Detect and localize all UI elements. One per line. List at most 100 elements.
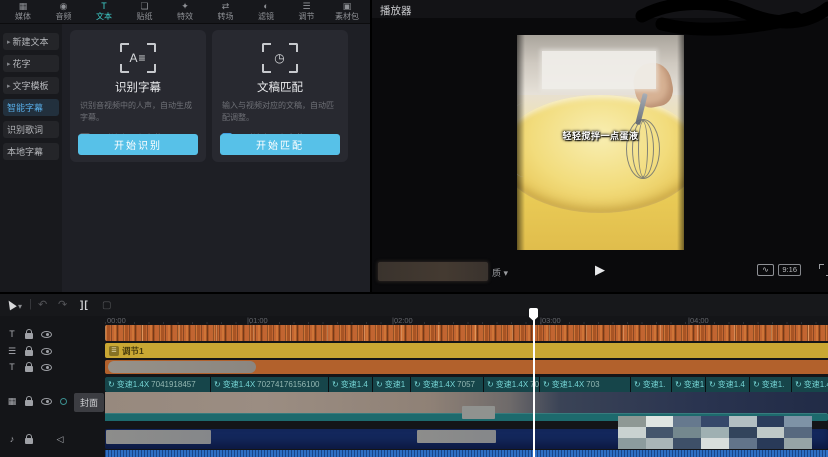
video-clip[interactable]: ↻变速1 [672, 377, 705, 392]
toolbar-tab-transition[interactable]: ⇄转场 [209, 0, 243, 23]
mosaic-cell [701, 427, 729, 438]
video-clip[interactable]: ↻变速1. [631, 377, 671, 392]
main-track-indicator[interactable] [60, 398, 67, 405]
lock-icon[interactable] [25, 333, 33, 339]
timeline-toolbar: ▾ | ↶ ↷ ][ ▢ [0, 294, 828, 316]
sidebar-item-智能字幕[interactable]: 智能字幕 [3, 99, 59, 116]
undo-icon[interactable]: ↶ [38, 298, 47, 312]
clip-speed-label: 变速1.4X [423, 379, 455, 390]
censor-blur-audio-3 [462, 406, 495, 419]
toolbar-tab-label: 调节 [299, 12, 315, 21]
audio-waveform-strip[interactable] [105, 450, 828, 457]
text-track-2[interactable] [105, 360, 828, 374]
sidebar-item-新建文本[interactable]: ▸新建文本 [3, 33, 59, 50]
redo-icon[interactable]: ↷ [58, 298, 67, 312]
eye-icon[interactable] [41, 331, 52, 338]
ruler-label: |04:00 [688, 316, 709, 325]
clip-speed-label: 变速1.4X [117, 379, 149, 390]
smart-subtitle-panel: A≡ 识别字幕 识别音视频中的人声，自动生成字幕。 ✓ 同时清空已有字幕 开始识… [62, 24, 370, 292]
clip-speed-label: 变速1.4 [804, 379, 828, 390]
ruler-label: 00:00 [107, 316, 126, 325]
mosaic-cell [618, 438, 646, 449]
toolbar-tab-label: 文本 [96, 12, 112, 21]
timeline-panel: ▾ | ↶ ↷ ][ ▢ 00:00|01:00|02:00|03:00|04:… [0, 292, 828, 457]
eye-icon[interactable] [41, 364, 52, 371]
video-clip[interactable]: ↻变速1.4 [329, 377, 372, 392]
sidebar-item-识别歌词[interactable]: 识别歌词 [3, 121, 59, 138]
speed-icon: ↻ [795, 381, 802, 389]
text-icon: T [101, 2, 107, 11]
adjust-track-icon: ☰ [7, 346, 17, 356]
video-clip[interactable]: ↻变速1. [750, 377, 791, 392]
speed-icon: ↻ [487, 381, 494, 389]
audio-track-icon: ♪ [7, 434, 17, 444]
mosaic-cell [673, 427, 701, 438]
mosaic-cell [729, 438, 757, 449]
sidebar-item-花字[interactable]: ▸花字 [3, 55, 59, 72]
lock-icon[interactable] [25, 400, 33, 406]
video-clip[interactable]: ↻变速1.4X7057 [411, 377, 483, 392]
clip-speed-label: 变速1. [643, 379, 666, 390]
aspect-ratio-button[interactable]: 9:16 [778, 264, 801, 276]
sidebar-item-文字模板[interactable]: ▸文字模板 [3, 77, 59, 94]
toolbar-tab-text[interactable]: T文本 [87, 0, 121, 23]
adjust-clip-icon: ☰ [109, 346, 119, 356]
play-button[interactable]: ▶ [595, 261, 605, 279]
fullscreen-icon[interactable] [819, 264, 828, 276]
eye-icon[interactable] [41, 398, 52, 405]
ruler-label: |01:00 [247, 316, 268, 325]
top-toolbar: ▦媒体 ◉音频 T文本 ❏贴纸 ✦特效 ⇄转场 ◐滤镜 ☰调节 ▣素材包 [0, 0, 370, 24]
clock-glyph: ◷ [262, 43, 298, 73]
toolbar-tab-label: 转场 [218, 12, 234, 21]
clip-id-label: 7057 [457, 380, 475, 389]
lock-icon[interactable] [25, 350, 33, 356]
toolbar-tab-effects[interactable]: ✦特效 [168, 0, 202, 23]
filter-icon: ◐ [263, 2, 268, 11]
toolbar-tab-audio[interactable]: ◉音频 [47, 0, 81, 23]
split-clip-icon[interactable]: ][ [80, 299, 89, 313]
eye-icon[interactable] [41, 348, 52, 355]
clip-speed-label: 变速1 [684, 379, 704, 390]
select-tool-chevron-icon[interactable]: ▾ [18, 300, 22, 314]
video-preview[interactable]: 轻轻搅拌一点蛋液 [517, 35, 684, 250]
clip-id-label: 7041918457 [151, 380, 196, 389]
ruler-label: |02:00 [392, 316, 413, 325]
toolbar-tab-adjust[interactable]: ☰调节 [290, 0, 324, 23]
subtitle-track[interactable] [105, 325, 828, 341]
video-clip[interactable]: ↻变速1.4 [706, 377, 749, 392]
preview-quality-icon[interactable]: ∿ [757, 264, 774, 276]
speed-icon: ↻ [709, 381, 716, 389]
video-clip[interactable]: ↻变速1.4X7041918457 [105, 377, 210, 392]
monitor-audio-icon[interactable]: ◁ [55, 434, 65, 444]
delete-icon[interactable]: ▢ [102, 299, 111, 313]
video-clip[interactable]: ↻变速1.4X70274176156100 [211, 377, 328, 392]
audio-icon: ◉ [60, 2, 68, 11]
quality-dropdown[interactable]: 质 ▾ [492, 266, 508, 279]
timeline-ruler[interactable]: 00:00|01:00|02:00|03:00|04:00 [105, 316, 828, 325]
video-clip[interactable]: ↻变速1.4 [792, 377, 828, 392]
player-title: 播放器 [380, 3, 412, 18]
video-clip[interactable]: ↻变速1 [373, 377, 410, 392]
sidebar-item-label: 新建文本 [13, 35, 49, 48]
lock-icon[interactable] [25, 366, 33, 372]
cover-button[interactable]: 封面 [74, 393, 104, 412]
start-recognize-button[interactable]: 开始识别 [78, 134, 198, 155]
speed-icon: ↻ [332, 381, 339, 389]
select-tool-icon[interactable] [5, 299, 17, 311]
toolbar-tab-media[interactable]: ▦媒体 [6, 0, 40, 23]
toolbar-tab-sticker[interactable]: ❏贴纸 [128, 0, 162, 23]
app-window: ▦媒体◉音频T文本❏贴纸✦特效⇄转场◐滤镜☰调节▣素材包 ▸新建文本▸花字▸文字… [0, 0, 828, 457]
adjust-track[interactable]: ☰ 调节1 [105, 343, 828, 358]
clip-speed-label: 变速1.4X [552, 379, 584, 390]
toolbar-tab-label: 音频 [56, 12, 72, 21]
video-clip[interactable]: ↻变速1.4X703 [540, 377, 630, 392]
sidebar-item-本地字幕[interactable]: 本地字幕 [3, 143, 59, 160]
start-match-button[interactable]: 开始匹配 [220, 134, 340, 155]
lock-icon[interactable] [25, 438, 33, 444]
playhead[interactable] [528, 308, 539, 457]
card-description: 输入与视频对应的文稿，自动匹配调整。 [222, 100, 338, 125]
toolbar-tab-material-pack[interactable]: ▣素材包 [330, 0, 364, 23]
sidebar-item-label: 识别歌词 [7, 123, 43, 136]
toolbar-tab-label: 素材包 [335, 12, 359, 21]
toolbar-tab-filter[interactable]: ◐滤镜 [249, 0, 283, 23]
